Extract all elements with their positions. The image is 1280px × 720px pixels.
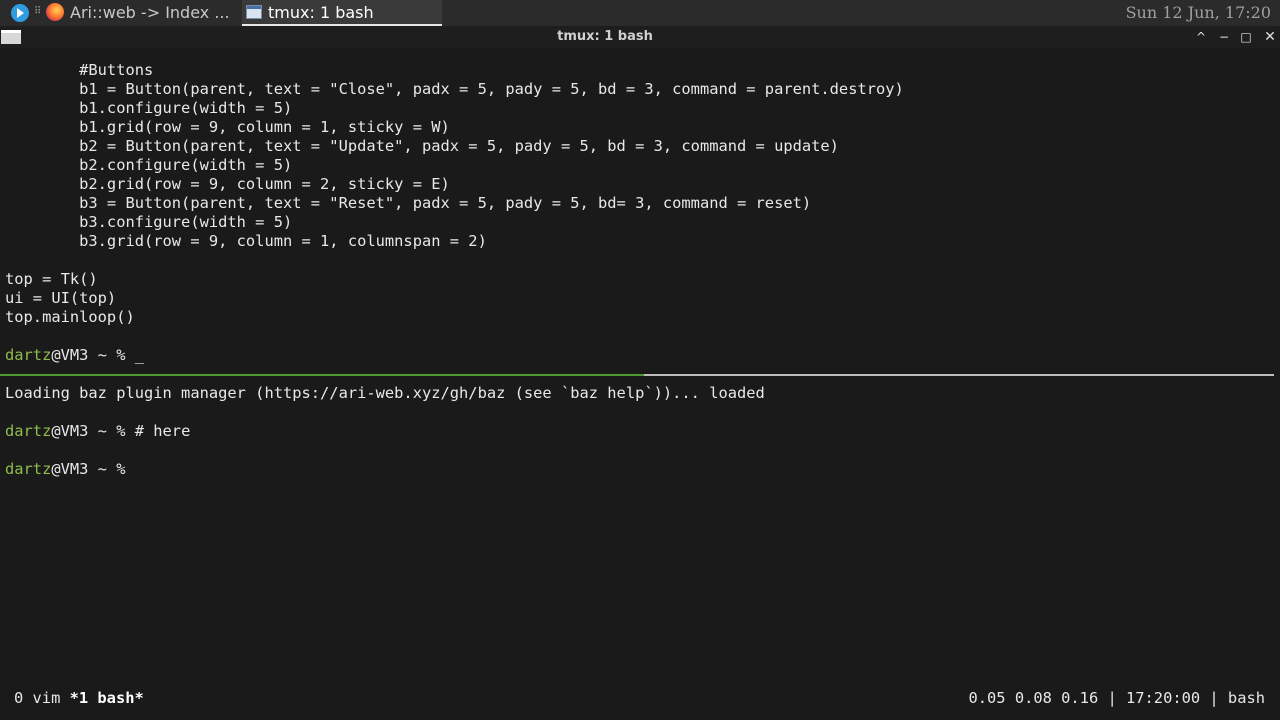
window-titlebar[interactable]: tmux: 1 bash ^ − □ ✕ bbox=[0, 26, 1280, 48]
code-line: b2 = Button(parent, text = "Update", pad… bbox=[5, 137, 839, 155]
shade-button[interactable]: ^ bbox=[1192, 26, 1210, 48]
code-line: b2.configure(width = 5) bbox=[5, 156, 293, 174]
tmux-status-right: 0.05 0.08 0.16 | 17:20:00 | bash bbox=[968, 689, 1265, 707]
launcher-icon[interactable] bbox=[11, 4, 29, 22]
shell-prompt[interactable]: dartz@VM3 ~ % _ bbox=[5, 346, 144, 365]
prompt-user: dartz bbox=[5, 460, 52, 478]
tmux-window-1[interactable]: *1 bash* bbox=[70, 689, 144, 707]
panel-grip: ⠿ bbox=[34, 6, 42, 17]
shell-prompt[interactable]: dartz@VM3 ~ % bbox=[5, 460, 125, 479]
code-line: b3 = Button(parent, text = "Reset", padx… bbox=[5, 194, 812, 212]
terminal-icon bbox=[246, 5, 262, 19]
prompt-user: dartz bbox=[5, 346, 52, 364]
tmux-window-0[interactable]: 0 vim bbox=[14, 689, 70, 707]
panel-clock[interactable]: Sun 12 Jun, 17:20 bbox=[1126, 0, 1271, 26]
close-button[interactable]: ✕ bbox=[1261, 26, 1279, 48]
code-line: #Buttons bbox=[5, 61, 154, 79]
taskbar-item-tmux[interactable]: tmux: 1 bash bbox=[242, 0, 442, 26]
code-line: b1.grid(row = 9, column = 1, sticky = W) bbox=[5, 118, 450, 136]
prompt-text: @VM3 ~ % _ bbox=[51, 346, 145, 364]
code-line: ui = UI(top) bbox=[5, 289, 117, 307]
code-line: b1.configure(width = 5) bbox=[5, 99, 293, 117]
prompt-text: @VM3 ~ % bbox=[51, 460, 126, 478]
taskbar-item-label: Ari::web -> Index ... bbox=[70, 3, 230, 22]
prompt-user: dartz bbox=[5, 422, 52, 440]
code-line: b2.grid(row = 9, column = 2, sticky = E) bbox=[5, 175, 450, 193]
prompt-text: @VM3 ~ % # here bbox=[51, 422, 191, 440]
terminal-output-line: Loading baz plugin manager (https://ari-… bbox=[5, 384, 765, 402]
code-line: top = Tk() bbox=[5, 270, 98, 288]
top-panel: ⠿ Ari::web -> Index ... tmux: 1 bash Sun… bbox=[0, 0, 1280, 26]
code-line: top.mainloop() bbox=[5, 308, 135, 326]
maximize-button[interactable]: □ bbox=[1237, 26, 1255, 48]
pane-divider-active bbox=[0, 374, 644, 376]
code-line: b3.grid(row = 9, column = 1, columnspan … bbox=[5, 232, 487, 250]
shell-prompt: dartz@VM3 ~ % # here bbox=[5, 422, 190, 441]
minimize-button[interactable]: − bbox=[1215, 26, 1233, 48]
code-line: b1 = Button(parent, text = "Close", padx… bbox=[5, 80, 904, 98]
firefox-icon bbox=[46, 3, 64, 21]
taskbar-item-browser[interactable]: Ari::web -> Index ... bbox=[44, 0, 238, 26]
code-line: b3.configure(width = 5) bbox=[5, 213, 293, 231]
window-title: tmux: 1 bash bbox=[557, 29, 653, 44]
tmux-window-list: 0 vim *1 bash* bbox=[14, 688, 144, 708]
taskbar-item-label: tmux: 1 bash bbox=[268, 3, 374, 22]
